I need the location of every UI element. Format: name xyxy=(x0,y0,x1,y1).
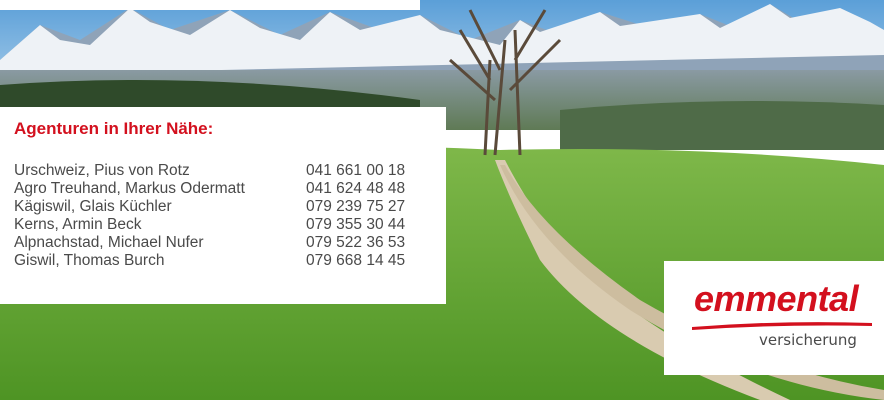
top-white-strip xyxy=(0,0,420,10)
agency-row: Agro Treuhand, Markus Odermatt 041 624 4… xyxy=(14,180,424,198)
agency-list: Urschweiz, Pius von Rotz 041 661 00 18 A… xyxy=(14,162,424,270)
agency-phone[interactable]: 079 668 14 45 xyxy=(306,252,424,270)
agency-row: Giswil, Thomas Burch 079 668 14 45 xyxy=(14,252,424,270)
agency-phone[interactable]: 079 239 75 27 xyxy=(306,198,424,216)
agency-phone[interactable]: 079 522 36 53 xyxy=(306,234,424,252)
agency-phone[interactable]: 041 661 00 18 xyxy=(306,162,424,180)
brand-logo-subtitle: versicherung xyxy=(759,331,857,349)
agency-name: Giswil, Thomas Burch xyxy=(14,252,165,269)
agency-row: Kerns, Armin Beck 079 355 30 44 xyxy=(14,216,424,234)
agency-phone[interactable]: 079 355 30 44 xyxy=(306,216,424,234)
agencies-card: Agenturen in Ihrer Nähe: Urschweiz, Pius… xyxy=(0,107,446,304)
agency-name: Alpnachstad, Michael Nufer xyxy=(14,234,204,251)
agency-name: Urschweiz, Pius von Rotz xyxy=(14,162,190,179)
agency-row: Kägiswil, Glais Küchler 079 239 75 27 xyxy=(14,198,424,216)
brand-logo-card[interactable]: emmental versicherung xyxy=(664,261,884,375)
agency-row: Urschweiz, Pius von Rotz 041 661 00 18 xyxy=(14,162,424,180)
agency-phone[interactable]: 041 624 48 48 xyxy=(306,180,424,198)
logo-swoosh-icon xyxy=(692,322,872,330)
agency-name: Kerns, Armin Beck xyxy=(14,216,142,233)
agency-name: Kägiswil, Glais Küchler xyxy=(14,198,172,215)
agency-name: Agro Treuhand, Markus Odermatt xyxy=(14,180,245,197)
agencies-title: Agenturen in Ihrer Nähe: xyxy=(14,119,214,138)
brand-logo-text: emmental xyxy=(694,278,859,319)
agency-row: Alpnachstad, Michael Nufer 079 522 36 53 xyxy=(14,234,424,252)
